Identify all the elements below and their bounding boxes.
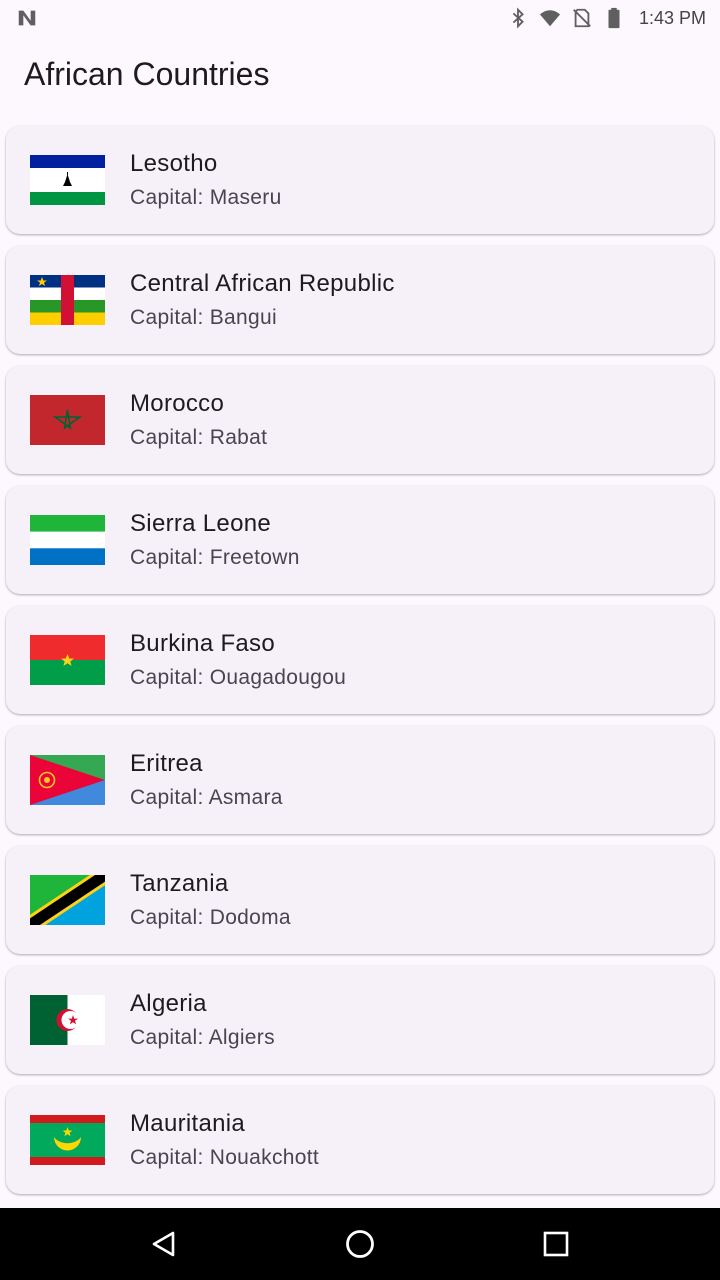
recents-icon (543, 1231, 569, 1257)
battery-icon (608, 7, 620, 29)
country-list: Lesotho Capital: Maseru Central African … (6, 126, 714, 1206)
algeria-flag-icon (30, 995, 105, 1045)
navigation-bar (0, 1208, 720, 1280)
country-card-mauritania[interactable]: Mauritania Capital: Nouakchott (6, 1086, 714, 1194)
country-name: Morocco (130, 389, 225, 417)
country-name: Central African Republic (130, 269, 395, 297)
country-name: Lesotho (130, 149, 218, 177)
mauritania-flag-icon (30, 1115, 105, 1165)
country-capital: Capital: Maseru (130, 185, 282, 209)
back-button[interactable] (134, 1214, 194, 1274)
central-african-republic-flag-icon (30, 275, 105, 325)
sierra-leone-flag-icon (30, 515, 105, 565)
country-capital: Capital: Rabat (130, 425, 268, 449)
country-card-tanzania[interactable]: Tanzania Capital: Dodoma (6, 846, 714, 954)
country-name: Eritrea (130, 749, 203, 777)
country-card-algeria[interactable]: Algeria Capital: Algiers (6, 966, 714, 1074)
country-card-morocco[interactable]: Morocco Capital: Rabat (6, 366, 714, 474)
country-capital: Capital: Algiers (130, 1025, 275, 1049)
status-bar: 1:43 PM (0, 0, 720, 36)
country-card-lesotho[interactable]: Lesotho Capital: Maseru (6, 126, 714, 234)
burkina-faso-flag-icon (30, 635, 105, 685)
page-title: African Countries (24, 56, 270, 92)
status-time: 1:43 PM (638, 7, 706, 28)
country-card-central-african-republic[interactable]: Central African Republic Capital: Bangui (6, 246, 714, 354)
country-capital: Capital: Nouakchott (130, 1145, 319, 1169)
home-button[interactable] (330, 1214, 390, 1274)
country-capital: Capital: Freetown (130, 545, 300, 569)
eritrea-flag-icon (30, 755, 105, 805)
country-name: Mauritania (130, 1109, 246, 1137)
recents-button[interactable] (526, 1214, 586, 1274)
app-notification-icon (18, 10, 36, 26)
no-sim-icon (573, 8, 591, 28)
country-name: Burkina Faso (130, 629, 275, 657)
lesotho-flag-icon (30, 155, 105, 205)
country-name: Sierra Leone (130, 509, 272, 537)
tanzania-flag-icon (30, 875, 105, 925)
back-icon (152, 1231, 175, 1257)
country-name: Algeria (130, 989, 207, 1017)
country-card-burkina-faso[interactable]: Burkina Faso Capital: Ouagadougou (6, 606, 714, 714)
country-capital: Capital: Bangui (130, 305, 277, 329)
morocco-flag-icon (30, 395, 105, 445)
country-card-sierra-leone[interactable]: Sierra Leone Capital: Freetown (6, 486, 714, 594)
bluetooth-icon (512, 7, 524, 29)
country-card-eritrea[interactable]: Eritrea Capital: Asmara (6, 726, 714, 834)
home-icon (346, 1230, 374, 1258)
country-capital: Capital: Dodoma (130, 905, 291, 929)
wifi-icon (539, 10, 561, 27)
country-capital: Capital: Ouagadougou (130, 665, 347, 689)
country-name: Tanzania (130, 869, 229, 897)
country-capital: Capital: Asmara (130, 785, 283, 809)
